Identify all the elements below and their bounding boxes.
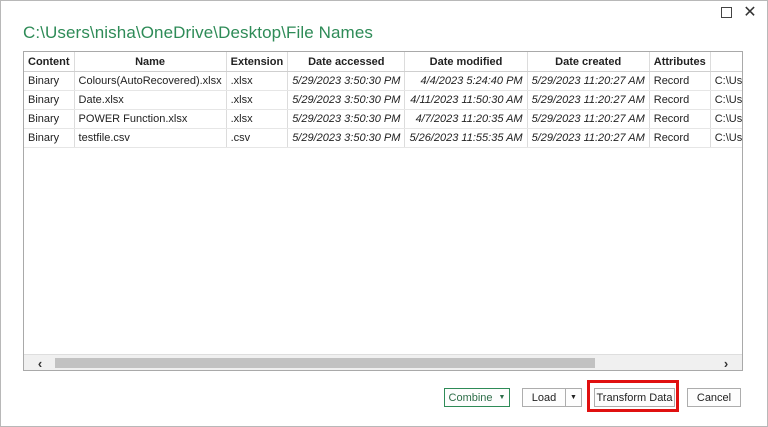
table-row[interactable]: Binary Colours(AutoRecovered).xlsx .xlsx… [24, 71, 742, 91]
cell-date-created: 5/29/2023 11:20:27 AM [527, 90, 650, 110]
cell-date-modified: 4/7/2023 11:20:35 AM [404, 109, 528, 129]
cell-date-created: 5/29/2023 11:20:27 AM [527, 71, 650, 91]
col-header-attributes[interactable]: Attributes [649, 52, 711, 72]
close-icon: ✕ [743, 4, 757, 21]
dialog-title: C:\Users\nisha\OneDrive\Desktop\File Nam… [23, 23, 373, 42]
combine-button[interactable]: Combine ▼ [444, 388, 510, 407]
col-header-name[interactable]: Name [74, 52, 227, 72]
cell-name: Date.xlsx [74, 90, 227, 110]
maximize-icon [720, 6, 732, 18]
cell-attributes[interactable]: Record [649, 90, 711, 110]
col-header-folder-path[interactable] [710, 52, 742, 72]
cell-folder-path: C:\Users\nish [710, 71, 742, 91]
cell-attributes[interactable]: Record [649, 128, 711, 148]
cell-date-modified: 4/4/2023 5:24:40 PM [404, 71, 528, 91]
cell-extension: .csv [226, 128, 289, 148]
cell-folder-path: C:\Users\nish [710, 90, 742, 110]
cell-folder-path: C:\Users\nish [710, 128, 742, 148]
cell-attributes[interactable]: Record [649, 109, 711, 129]
cell-attributes[interactable]: Record [649, 71, 711, 91]
table-row[interactable]: Binary testfile.csv .csv 5/29/2023 3:50:… [24, 128, 742, 148]
cell-date-modified: 4/11/2023 11:50:30 AM [404, 90, 528, 110]
cell-extension: .xlsx [226, 71, 289, 91]
cell-name: testfile.csv [74, 128, 227, 148]
preview-grid: Content Name Extension Date accessed Dat… [23, 51, 743, 371]
col-header-date-modified[interactable]: Date modified [404, 52, 528, 72]
cell-date-modified: 5/26/2023 11:55:35 AM [404, 128, 528, 148]
cell-content[interactable]: Binary [24, 128, 75, 148]
cell-name: Colours(AutoRecovered).xlsx [74, 71, 227, 91]
scrollbar-thumb[interactable] [55, 358, 595, 368]
cell-date-created: 5/29/2023 11:20:27 AM [527, 128, 650, 148]
transform-data-label: Transform Data [596, 391, 673, 404]
cell-extension: .xlsx [226, 90, 289, 110]
cell-name: POWER Function.xlsx [74, 109, 227, 129]
transform-data-button[interactable]: Transform Data [594, 388, 675, 407]
cancel-button[interactable]: Cancel [687, 388, 741, 407]
cell-date-accessed: 5/29/2023 3:50:30 PM [287, 90, 406, 110]
header-row: Content Name Extension Date accessed Dat… [24, 52, 742, 72]
col-header-date-accessed[interactable]: Date accessed [287, 52, 406, 72]
cell-content[interactable]: Binary [24, 109, 75, 129]
col-header-date-created[interactable]: Date created [527, 52, 650, 72]
col-header-content[interactable]: Content [24, 52, 75, 72]
table-row[interactable]: Binary Date.xlsx .xlsx 5/29/2023 3:50:30… [24, 90, 742, 110]
load-button[interactable]: Load [522, 388, 566, 407]
chevron-down-icon: ▼ [498, 394, 506, 401]
scroll-right-icon[interactable]: › [716, 355, 736, 371]
table-row[interactable]: Binary POWER Function.xlsx .xlsx 5/29/20… [24, 109, 742, 129]
cell-date-accessed: 5/29/2023 3:50:30 PM [287, 71, 406, 91]
preview-table-wrap: Content Name Extension Date accessed Dat… [24, 52, 742, 354]
dialog-window: ✕ C:\Users\nisha\OneDrive\Desktop\File N… [0, 0, 768, 427]
close-button[interactable]: ✕ [739, 3, 761, 21]
col-header-extension[interactable]: Extension [226, 52, 289, 72]
chevron-down-icon: ▼ [570, 394, 577, 401]
horizontal-scrollbar[interactable]: ‹ › [24, 354, 742, 371]
combine-label: Combine [448, 391, 493, 404]
scroll-left-icon[interactable]: ‹ [30, 355, 50, 371]
cell-extension: .xlsx [226, 109, 289, 129]
cell-content[interactable]: Binary [24, 71, 75, 91]
load-dropdown-button[interactable]: ▼ [565, 388, 582, 407]
load-label: Load [531, 391, 557, 404]
preview-table: Content Name Extension Date accessed Dat… [24, 52, 742, 148]
cell-folder-path: C:\Users\nish [710, 109, 742, 129]
cell-date-accessed: 5/29/2023 3:50:30 PM [287, 109, 406, 129]
cell-content[interactable]: Binary [24, 90, 75, 110]
cell-date-accessed: 5/29/2023 3:50:30 PM [287, 128, 406, 148]
cancel-label: Cancel [696, 391, 732, 404]
cell-date-created: 5/29/2023 11:20:27 AM [527, 109, 650, 129]
maximize-button[interactable] [715, 3, 737, 21]
